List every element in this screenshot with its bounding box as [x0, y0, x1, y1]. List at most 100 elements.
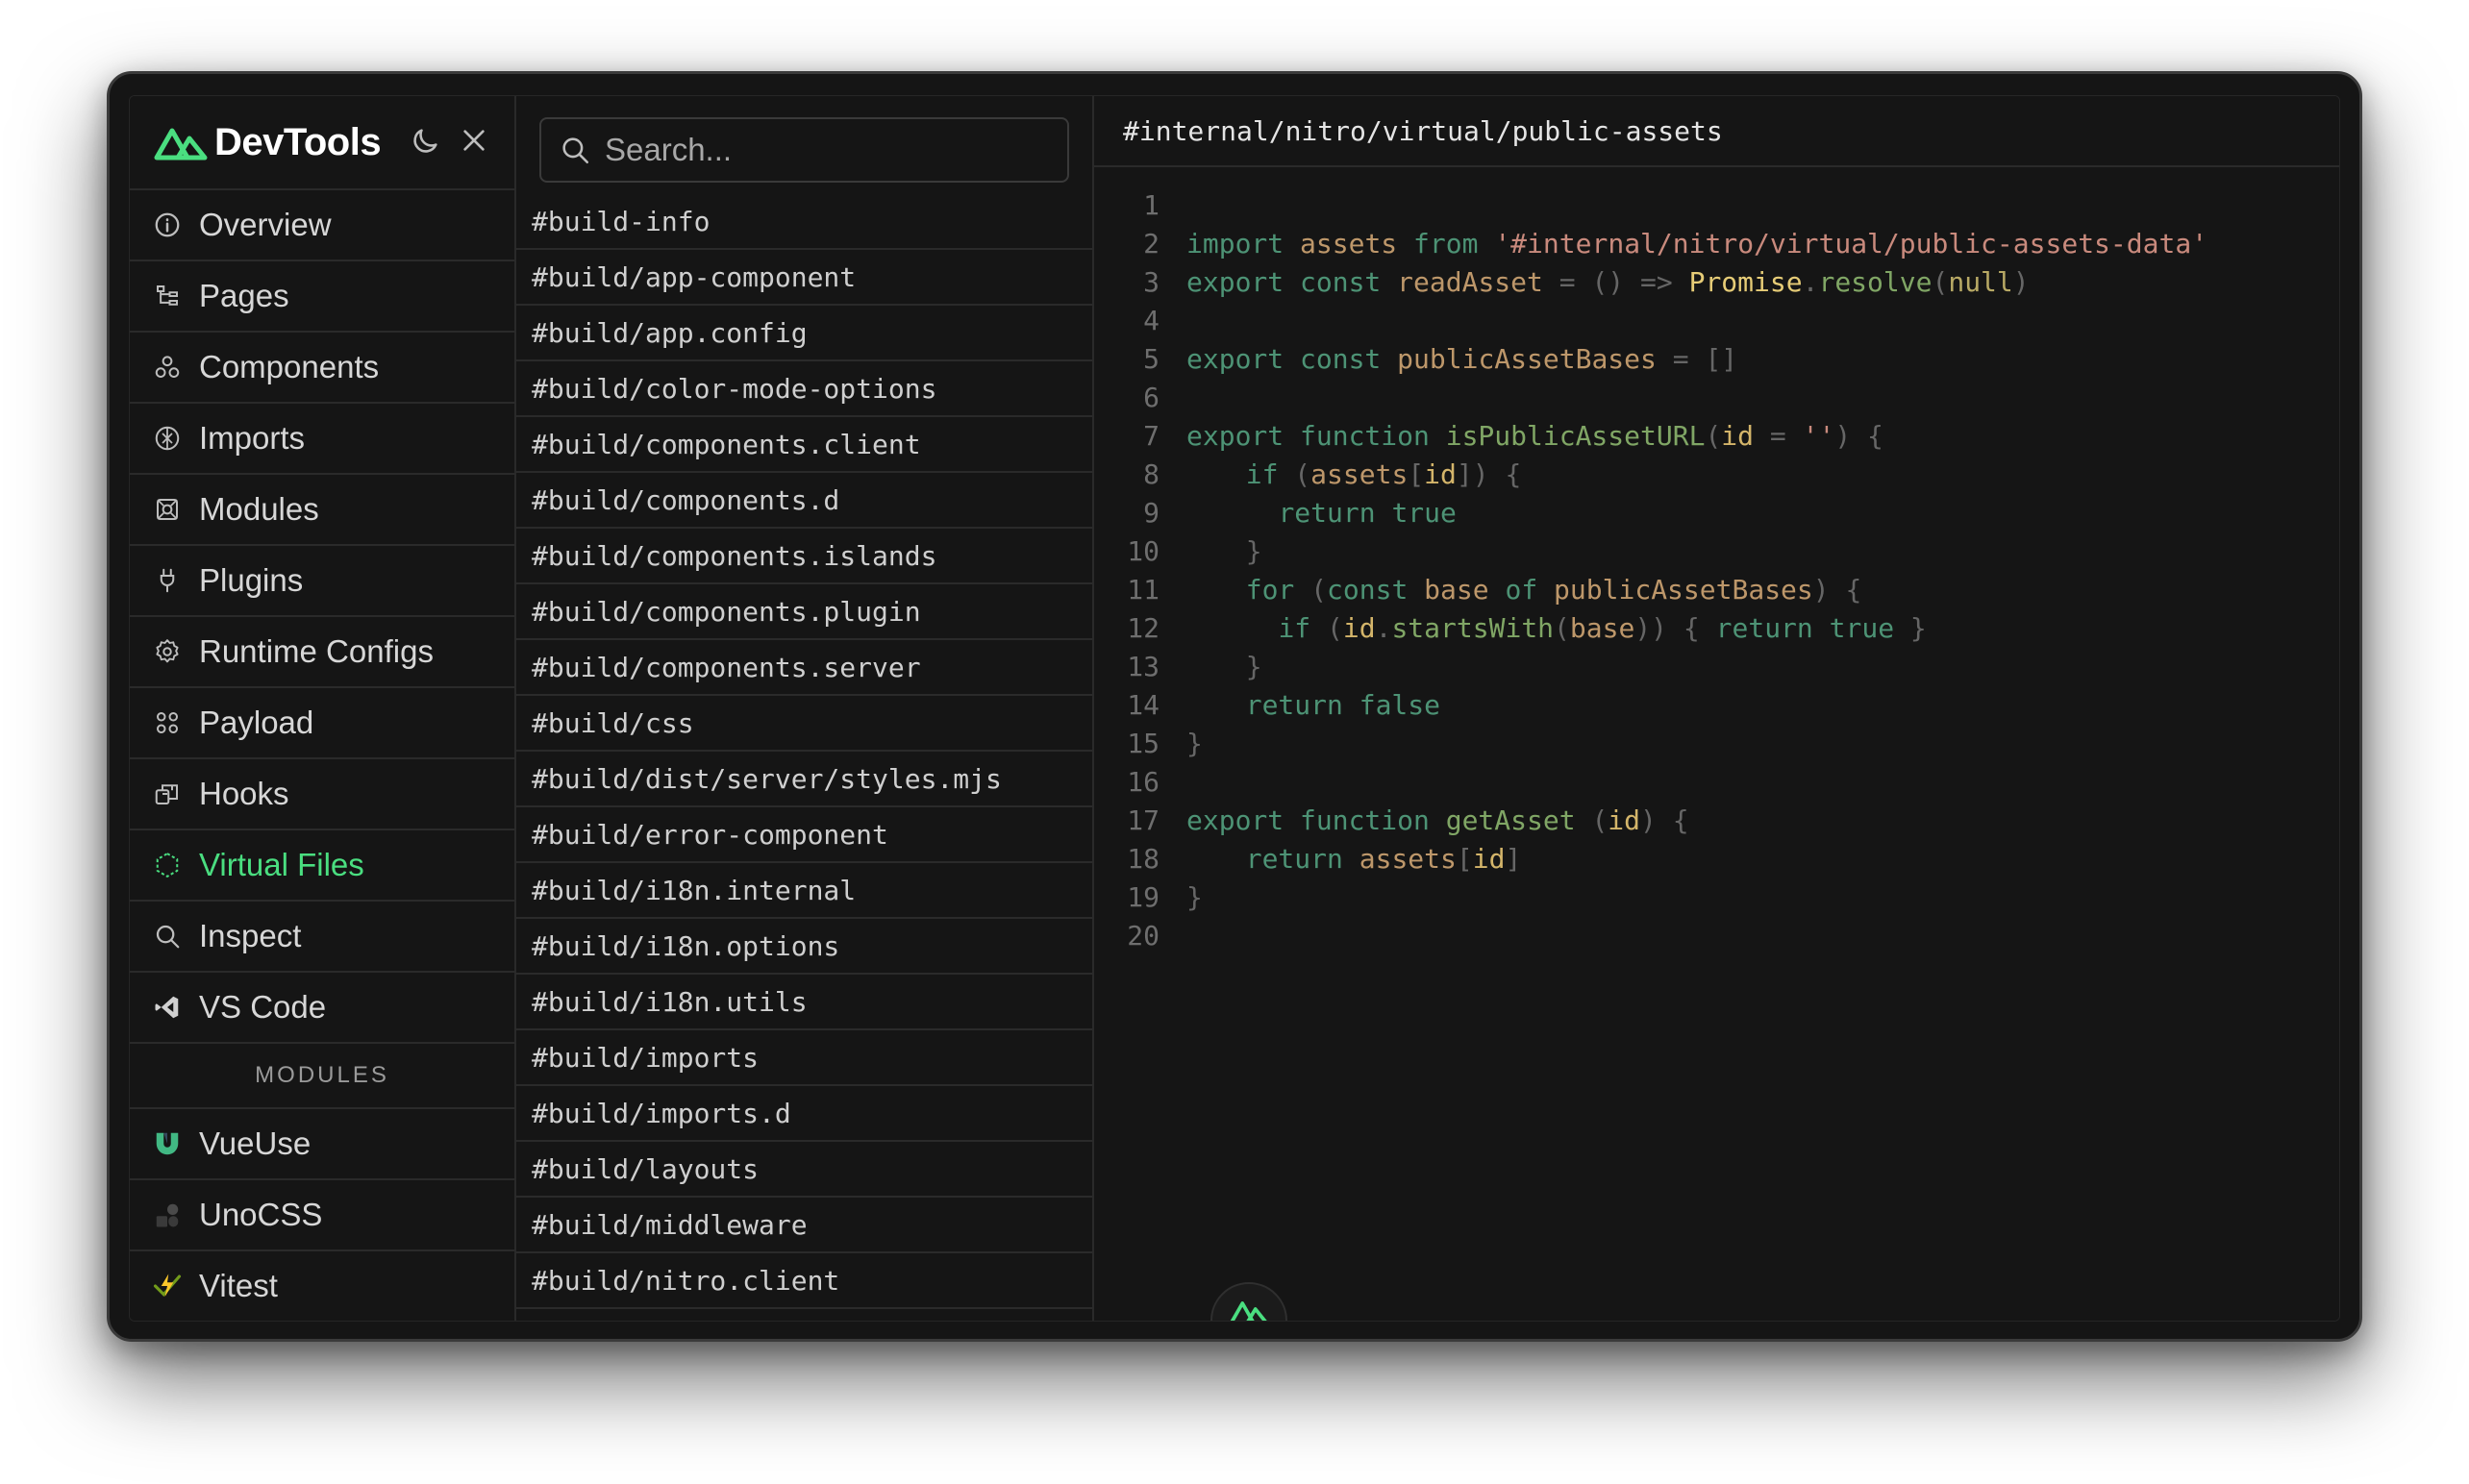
- sidebar-item-label: Vitest: [199, 1268, 278, 1303]
- line-source: return true: [1160, 494, 1456, 532]
- sidebar-item-payload[interactable]: Payload: [130, 688, 514, 759]
- virtual-files-list: #build-info #build/app-component #build/…: [516, 96, 1094, 1321]
- sidebar-item-label: Hooks: [199, 776, 289, 811]
- file-list-item[interactable]: #build/app-component: [516, 250, 1092, 306]
- components-icon: [155, 356, 180, 378]
- sidebar-item-components[interactable]: Components: [130, 333, 514, 404]
- sidebar-item-runtime-configs[interactable]: Runtime Configs: [130, 617, 514, 688]
- nuxt-logo-icon: [154, 128, 208, 161]
- code-token: export const: [1186, 343, 1398, 375]
- code-token: export function: [1186, 804, 1446, 836]
- sidebar-item-unocss[interactable]: UnoCSS: [130, 1180, 514, 1251]
- modules-icon: [157, 499, 178, 520]
- file-list-item[interactable]: #build/i18n.utils: [516, 975, 1092, 1030]
- code-token: (: [1705, 420, 1722, 452]
- code-token: (: [1327, 612, 1343, 644]
- code-token: (: [1310, 574, 1328, 606]
- sidebar-item-imports[interactable]: Imports: [130, 404, 514, 475]
- line-source: return assets[id]: [1160, 840, 1522, 878]
- imports-icon: [155, 426, 180, 451]
- sidebar-item-label: VS Code: [199, 989, 327, 1025]
- code-token: (: [1932, 266, 1949, 298]
- sidebar-item-vitest[interactable]: Vitest: [130, 1251, 514, 1321]
- close-icon[interactable]: [459, 125, 489, 156]
- code-token: = []: [1672, 343, 1738, 375]
- code-token: publicAssetBases: [1397, 343, 1673, 375]
- file-list-item[interactable]: #build/i18n.options: [516, 919, 1092, 975]
- vscode-icon: [155, 996, 179, 1019]
- line-source: export function getAsset (id) {: [1160, 802, 1689, 840]
- code-token: }: [1186, 881, 1203, 913]
- code-token: '#internal/nitro/virtual/public-assets-d…: [1494, 228, 2208, 260]
- line-source: }: [1160, 532, 1262, 571]
- code-token: .: [1802, 266, 1819, 298]
- hooks-icon: [155, 784, 178, 804]
- sidebar: DevTools Overview Pages Components Impor…: [130, 96, 516, 1321]
- file-list-item[interactable]: #build/i18n.internal: [516, 863, 1092, 919]
- file-list-item[interactable]: #build-info: [516, 194, 1092, 250]
- line-number: 4: [1143, 305, 1160, 336]
- moon-icon[interactable]: [409, 125, 441, 158]
- search-icon: [156, 925, 180, 949]
- line-number: 2: [1143, 228, 1160, 260]
- code-block[interactable]: 1 2 import assets from '#internal/nitro/vi…: [1094, 167, 2339, 955]
- code-token: if: [1278, 612, 1328, 644]
- code-token: return true: [1715, 612, 1910, 644]
- code-token: (: [1554, 612, 1570, 644]
- sidebar-item-pages[interactable]: Pages: [130, 261, 514, 333]
- code-line: 11 for (const base of publicAssetBases) …: [1094, 571, 2339, 609]
- sidebar-item-virtual-files[interactable]: Virtual Files: [130, 830, 514, 902]
- file-list-item[interactable]: #build/components.islands: [516, 529, 1092, 584]
- file-list-item[interactable]: #build/dist/server/styles.mjs: [516, 752, 1092, 807]
- sidebar-item-vueuse[interactable]: VueUse: [130, 1109, 514, 1180]
- file-list-item[interactable]: #build/nitro.client: [516, 1253, 1092, 1309]
- code-token: [: [1408, 458, 1425, 490]
- line-number: 20: [1127, 920, 1160, 952]
- code-token: id: [1342, 612, 1376, 644]
- file-list-item[interactable]: #build/middleware: [516, 1198, 1092, 1253]
- line-number: 9: [1143, 497, 1160, 529]
- code-token: }: [1245, 535, 1262, 567]
- devtools-frame: DevTools Overview Pages Components Impor…: [129, 95, 2340, 1322]
- line-number: 16: [1127, 766, 1160, 798]
- search-input[interactable]: [605, 132, 1028, 168]
- sidebar-item-label: Inspect: [199, 918, 302, 953]
- file-list-item[interactable]: #build/imports.d: [516, 1086, 1092, 1142]
- code-line: 2 import assets from '#internal/nitro/vir…: [1094, 225, 2339, 263]
- line-number: 15: [1127, 728, 1160, 759]
- file-list-item[interactable]: #build/components.client: [516, 417, 1092, 473]
- code-line: 20: [1094, 917, 2339, 955]
- code-line: 6: [1094, 379, 2339, 417]
- sidebar-item-label: Virtual Files: [199, 847, 364, 882]
- file-list-item[interactable]: #build/components.d: [516, 473, 1092, 529]
- code-token: ]: [1505, 843, 1522, 875]
- gear-icon: [156, 639, 179, 663]
- sidebar-item-modules[interactable]: Modules: [130, 475, 514, 546]
- file-list-item[interactable]: #build/layouts: [516, 1142, 1092, 1198]
- nuxt-logo-icon: [1230, 1301, 1267, 1321]
- code-token: }: [1245, 651, 1262, 682]
- code-token: export function: [1186, 420, 1446, 452]
- file-list-item[interactable]: #build/imports: [516, 1030, 1092, 1086]
- file-list-item[interactable]: #build/components.plugin: [516, 584, 1092, 640]
- file-list-item[interactable]: #build/css: [516, 696, 1092, 752]
- code-token: import: [1186, 228, 1301, 260]
- sidebar-item-plugins[interactable]: Plugins: [130, 546, 514, 617]
- sidebar-item-inspect[interactable]: Inspect: [130, 902, 514, 973]
- app-title: DevTools: [214, 120, 382, 163]
- file-list-item[interactable]: #build/error-component: [516, 807, 1092, 863]
- unocss-icon: [156, 1203, 179, 1227]
- line-number: 5: [1143, 343, 1160, 375]
- sidebar-item-overview[interactable]: Overview: [130, 190, 514, 261]
- sidebar-item-hooks[interactable]: Hooks: [130, 759, 514, 830]
- file-list-item[interactable]: #build/components.server: [516, 640, 1092, 696]
- sidebar-item-vs-code[interactable]: VS Code: [130, 973, 514, 1044]
- tree-icon: [157, 285, 178, 306]
- file-list-item[interactable]: #build/color-mode-options: [516, 361, 1092, 417]
- file-list-item[interactable]: #build/app.config: [516, 306, 1092, 361]
- line-source: }: [1160, 878, 1203, 917]
